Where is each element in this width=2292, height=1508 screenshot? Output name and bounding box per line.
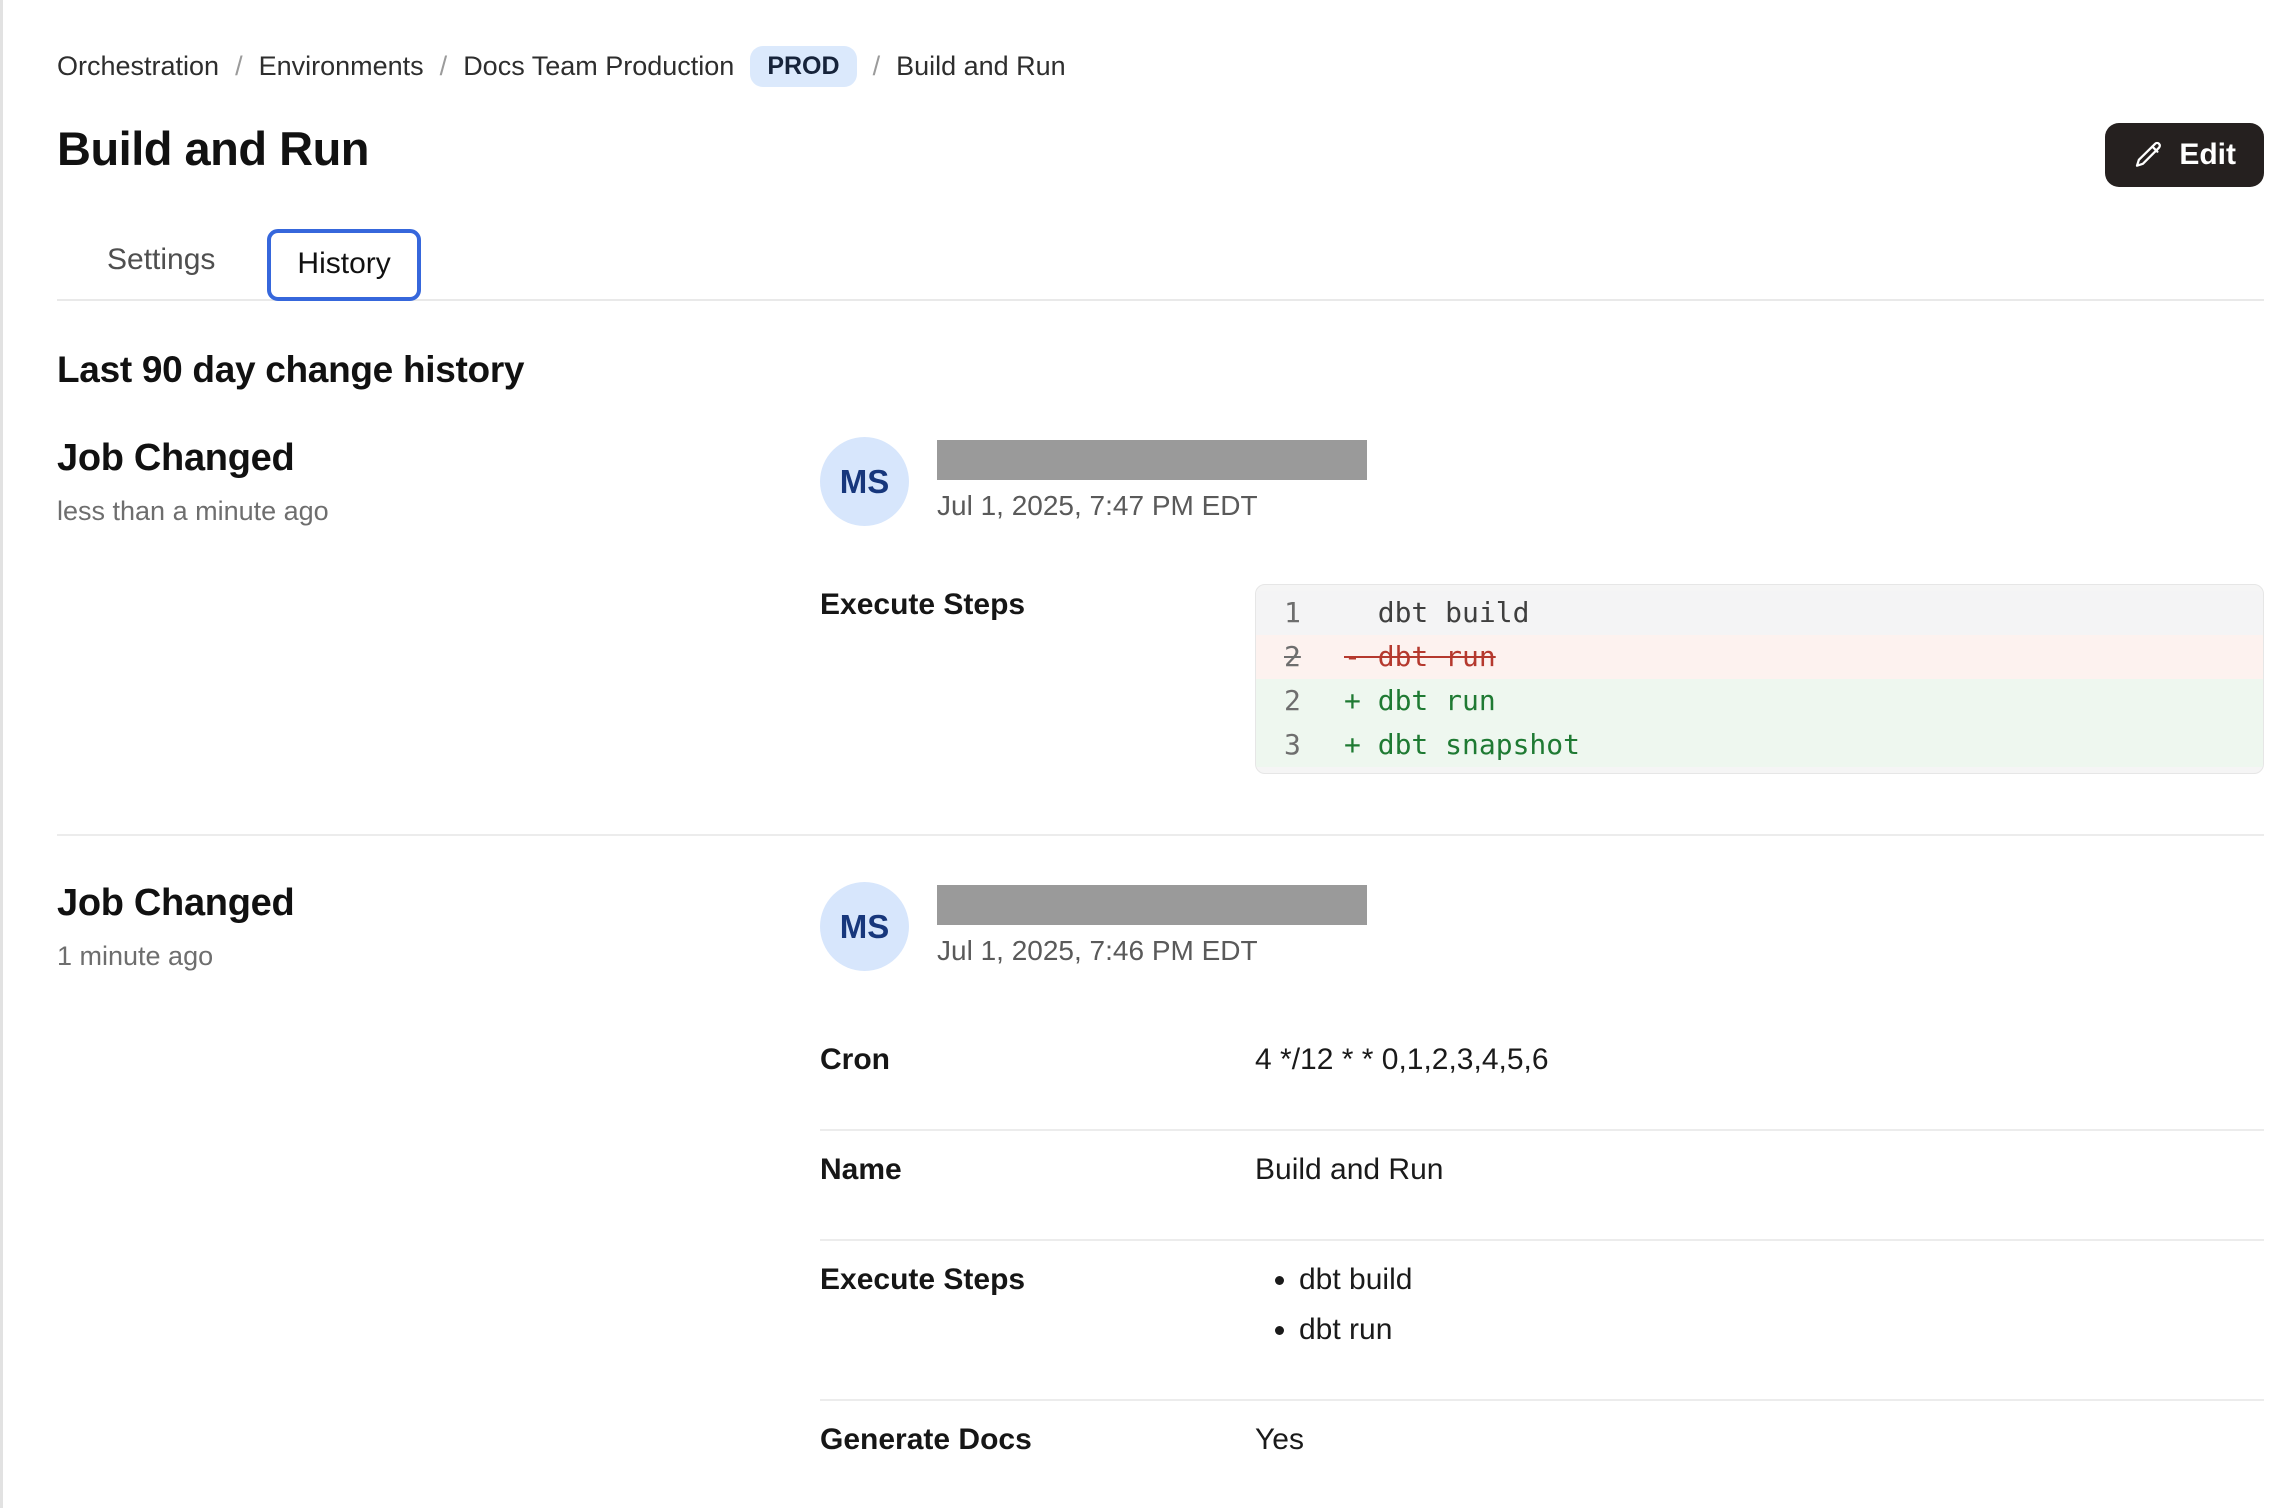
entry-user-row: MS Jul 1, 2025, 7:47 PM EDT (820, 437, 2264, 526)
job-history-page: Orchestration / Environments / Docs Team… (0, 0, 2292, 1508)
breadcrumb-current-build-and-run: Build and Run (896, 51, 1066, 82)
entry-summary: Job Changed 1 minute ago (57, 882, 820, 1508)
breadcrumb-orchestration[interactable]: Orchestration (57, 51, 219, 82)
edit-button[interactable]: Edit (2105, 123, 2264, 187)
entry-detail: MS Jul 1, 2025, 7:47 PM EDT Execute Step… (820, 437, 2264, 774)
field-value: dbt build dbt run (1255, 1259, 2264, 1347)
avatar: MS (820, 437, 909, 526)
entry-fields: Cron 4 */12 * * 0,1,2,3,4,5,6 Name Build… (820, 1021, 2264, 1508)
field-row-name: Name Build and Run (820, 1129, 2264, 1239)
prod-environment-badge: PROD (750, 46, 856, 87)
entry-relative-time: 1 minute ago (57, 941, 820, 972)
execute-step-item: dbt run (1299, 1313, 2264, 1347)
diff-line-code: dbt build (1344, 591, 1529, 635)
field-row-execute-steps: Execute Steps 1 dbt build 2 - dbt run (820, 584, 2264, 774)
user-meta: Jul 1, 2025, 7:47 PM EDT (937, 437, 1367, 522)
diff-line-number: 3 (1284, 723, 1332, 767)
entry-event-title: Job Changed (57, 882, 820, 925)
field-row-generate-docs: Generate Docs Yes (820, 1399, 2264, 1508)
edit-button-label: Edit (2179, 138, 2236, 172)
tab-settings[interactable]: Settings (75, 223, 247, 299)
tab-history[interactable]: History (267, 229, 420, 301)
tab-bar: Settings History (57, 223, 2264, 301)
diff-line: 2 - dbt run (1256, 635, 2263, 679)
diff-line-number: 2 (1284, 679, 1332, 723)
breadcrumb: Orchestration / Environments / Docs Team… (57, 46, 2264, 87)
execute-steps-list: dbt build dbt run (1255, 1263, 2264, 1347)
diff-line-number: 1 (1284, 591, 1332, 635)
entry-fields: Execute Steps 1 dbt build 2 - dbt run (820, 584, 2264, 774)
redacted-username (937, 885, 1367, 925)
diff-line: 1 dbt build (1256, 591, 2263, 635)
breadcrumb-separator: / (235, 51, 243, 82)
entry-detail: MS Jul 1, 2025, 7:46 PM EDT Cron 4 */12 … (820, 882, 2264, 1508)
field-label: Name (820, 1149, 1255, 1187)
history-entry: Job Changed 1 minute ago MS Jul 1, 2025,… (57, 834, 2264, 1508)
breadcrumb-environments[interactable]: Environments (259, 51, 424, 82)
pencil-icon (2133, 139, 2165, 171)
diff-line-number: 2 (1284, 635, 1332, 679)
field-value: 4 */12 * * 0,1,2,3,4,5,6 (1255, 1039, 2264, 1077)
field-label: Cron (820, 1039, 1255, 1077)
breadcrumb-docs-team-production[interactable]: Docs Team Production (463, 51, 734, 82)
diff-line: 3 + dbt snapshot (1256, 723, 2263, 767)
breadcrumb-separator: / (440, 51, 448, 82)
entry-timestamp: Jul 1, 2025, 7:47 PM EDT (937, 490, 1367, 522)
diff-line-code: + dbt run (1344, 679, 1496, 723)
field-row-cron: Cron 4 */12 * * 0,1,2,3,4,5,6 (820, 1021, 2264, 1129)
entry-user-row: MS Jul 1, 2025, 7:46 PM EDT (820, 882, 2264, 971)
diff-line-code: - dbt run (1344, 635, 1496, 679)
history-entry: Job Changed less than a minute ago MS Ju… (57, 391, 2264, 834)
field-row-execute-steps: Execute Steps dbt build dbt run (820, 1239, 2264, 1399)
entry-timestamp: Jul 1, 2025, 7:46 PM EDT (937, 935, 1367, 967)
page-title: Build and Run (57, 121, 369, 176)
entry-relative-time: less than a minute ago (57, 496, 820, 527)
breadcrumb-separator: / (873, 51, 881, 82)
field-label: Execute Steps (820, 1259, 1255, 1347)
diff-line: 2 + dbt run (1256, 679, 2263, 723)
page-header: Build and Run Edit (57, 121, 2264, 187)
section-title: Last 90 day change history (57, 349, 2264, 391)
field-label: Generate Docs (820, 1419, 1255, 1457)
user-meta: Jul 1, 2025, 7:46 PM EDT (937, 882, 1367, 967)
redacted-username (937, 440, 1367, 480)
entry-summary: Job Changed less than a minute ago (57, 437, 820, 774)
diff-line-code: + dbt snapshot (1344, 723, 1580, 767)
field-value: Yes (1255, 1419, 2264, 1457)
page-left-border (0, 0, 3, 1508)
entry-event-title: Job Changed (57, 437, 820, 480)
execute-steps-diff: 1 dbt build 2 - dbt run 2 + dbt (1255, 584, 2264, 774)
avatar: MS (820, 882, 909, 971)
field-value: Build and Run (1255, 1149, 2264, 1187)
field-label: Execute Steps (820, 584, 1255, 774)
execute-step-item: dbt build (1299, 1263, 2264, 1297)
